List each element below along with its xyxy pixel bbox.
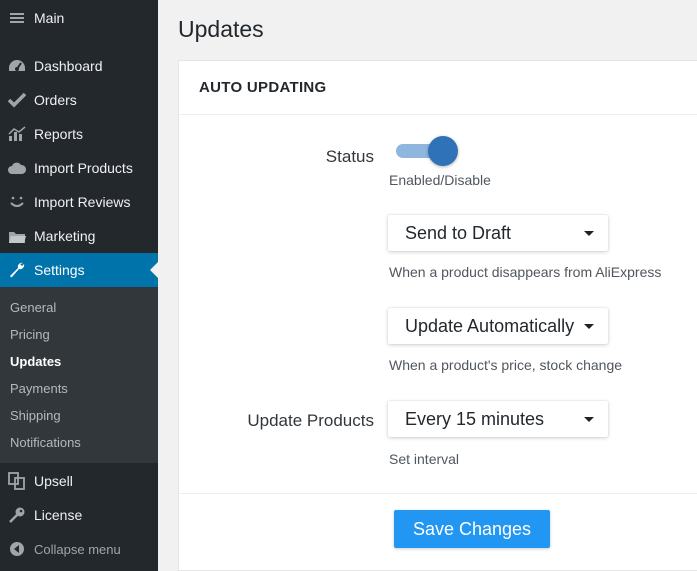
collapse-icon <box>7 540 27 558</box>
select-value: Send to Draft <box>405 222 512 243</box>
sidebar-item-label: Import Reviews <box>34 194 131 210</box>
toggle-knob <box>428 136 458 166</box>
folder-icon <box>7 227 27 245</box>
sidebar-item-upsell[interactable]: Upsell <box>0 464 158 498</box>
smile-icon <box>7 193 27 211</box>
sidebar-item-label: Reports <box>34 126 84 142</box>
status-label: Status <box>325 147 374 166</box>
submenu-item-updates[interactable]: Updates <box>10 354 61 369</box>
sidebar-item-label: Upsell <box>34 473 73 489</box>
sidebar-item-label: Orders <box>34 92 77 108</box>
price-change-select[interactable]: Update Automatically <box>388 308 608 344</box>
panel-title: AUTO UPDATING <box>199 79 327 96</box>
price-help-text: When a product's price, stock change <box>389 357 623 373</box>
update-products-label: Update Products <box>247 411 374 430</box>
sidebar-item-import-products[interactable]: Import Products <box>0 151 158 185</box>
sidebar-item-import-reviews[interactable]: Import Reviews <box>0 185 158 219</box>
checkmark-icon <box>7 91 27 109</box>
settings-submenu: General Pricing Updates Payments Shippin… <box>0 287 158 463</box>
upsell-icon <box>7 472 27 490</box>
dashboard-icon <box>7 57 27 75</box>
panel-header: AUTO UPDATING <box>179 61 697 115</box>
disappear-help-text: When a product disappears from AliExpres… <box>389 264 662 280</box>
caret-down-icon <box>584 230 594 236</box>
submenu-item-shipping[interactable]: Shipping <box>10 408 61 423</box>
collapse-menu-label: Collapse menu <box>34 541 121 557</box>
interval-help-text: Set interval <box>389 451 460 467</box>
caret-down-icon <box>584 416 594 422</box>
sidebar-item-label: License <box>34 507 83 523</box>
page-title: Updates <box>178 16 264 42</box>
submenu-item-payments[interactable]: Payments <box>10 381 68 396</box>
sidebar-item-marketing[interactable]: Marketing <box>0 219 158 253</box>
sidebar-item-orders[interactable]: Orders <box>0 83 158 117</box>
submenu-item-pricing[interactable]: Pricing <box>10 327 50 342</box>
select-value: Every 15 minutes <box>405 408 545 429</box>
sidebar-item-settings[interactable]: Settings <box>0 253 158 287</box>
sidebar-item-label: Main <box>34 10 65 26</box>
sidebar-item-label: Marketing <box>34 228 96 244</box>
submenu-item-notifications[interactable]: Notifications <box>10 435 81 450</box>
divider <box>179 493 697 494</box>
select-value: Update Automatically <box>405 315 575 336</box>
status-help-text: Enabled/Disable <box>389 172 491 188</box>
submenu-item-general[interactable]: General <box>10 300 56 315</box>
status-toggle[interactable] <box>394 136 460 166</box>
save-changes-button[interactable]: Save Changes <box>394 510 550 548</box>
sidebar-item-dashboard[interactable]: Dashboard <box>0 49 158 83</box>
chart-icon <box>7 125 27 143</box>
cloud-icon <box>7 159 27 177</box>
sidebar-item-label: Import Products <box>34 160 133 176</box>
active-indicator <box>150 262 158 278</box>
wrench-icon <box>7 261 27 279</box>
disappear-action-select[interactable]: Send to Draft <box>388 215 608 251</box>
update-interval-select[interactable]: Every 15 minutes <box>388 401 608 437</box>
caret-down-icon <box>584 323 594 329</box>
key-icon <box>7 506 27 524</box>
sidebar-item-main[interactable]: Main <box>0 1 158 35</box>
menu-icon <box>7 9 27 27</box>
sidebar-item-license[interactable]: License <box>0 498 158 532</box>
sidebar-item-reports[interactable]: Reports <box>0 117 158 151</box>
sidebar-item-label: Settings <box>34 262 85 278</box>
admin-sidebar: Main Dashboard Orders Reports Import Pro… <box>0 0 158 571</box>
auto-updating-panel: AUTO UPDATING Status Enabled/Disable Sen… <box>178 60 697 571</box>
sidebar-item-label: Dashboard <box>34 58 103 74</box>
collapse-menu-button[interactable]: Collapse menu <box>0 532 158 566</box>
